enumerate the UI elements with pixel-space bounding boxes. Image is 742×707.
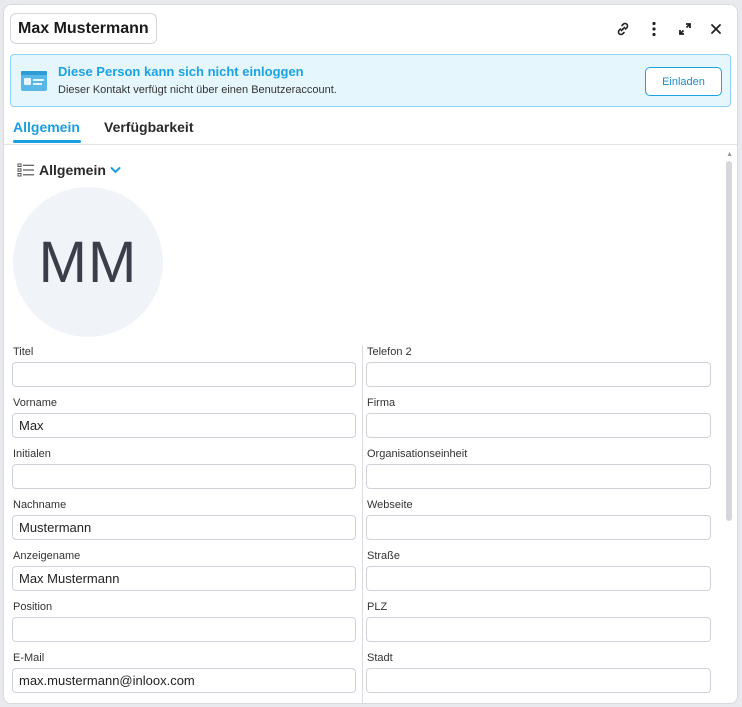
expand-icon[interactable] bbox=[671, 17, 698, 41]
tab-verfuegbarkeit[interactable]: Verfügbarkeit bbox=[104, 119, 193, 135]
column-divider bbox=[362, 345, 363, 703]
label-plz: PLZ bbox=[367, 601, 388, 613]
label-straße: Straße bbox=[367, 550, 401, 562]
input-nachname[interactable]: Mustermann bbox=[12, 515, 356, 540]
label-e-mail: E-Mail bbox=[13, 652, 45, 664]
input-stadt[interactable] bbox=[366, 668, 711, 693]
label-webseite: Webseite bbox=[367, 499, 413, 511]
label-telefon-2: Telefon 2 bbox=[367, 346, 412, 358]
label-position: Position bbox=[13, 601, 53, 613]
input-webseite[interactable] bbox=[366, 515, 711, 540]
contact-dialog: Max Mustermann Diese Person kann sich ni… bbox=[3, 4, 738, 704]
input-initialen[interactable] bbox=[12, 464, 356, 489]
input-telefon-2[interactable] bbox=[366, 362, 711, 387]
more-options-icon[interactable] bbox=[640, 17, 667, 41]
input-position[interactable] bbox=[12, 617, 356, 642]
close-icon[interactable] bbox=[702, 17, 729, 41]
banner-title: Diese Person kann sich nicht einloggen bbox=[58, 64, 304, 79]
label-titel: Titel bbox=[13, 346, 34, 358]
input-e-mail[interactable]: max.mustermann@inloox.com bbox=[12, 668, 356, 693]
chevron-down-icon bbox=[110, 167, 121, 174]
input-anzeigename[interactable]: Max Mustermann bbox=[12, 566, 356, 591]
input-straße[interactable] bbox=[366, 566, 711, 591]
banner-text: Dieser Kontakt verfügt nicht über einen … bbox=[58, 84, 337, 96]
section-header[interactable]: Allgemein bbox=[17, 162, 121, 178]
window-actions bbox=[609, 17, 729, 41]
label-firma: Firma bbox=[367, 397, 396, 409]
input-plz[interactable] bbox=[366, 617, 711, 642]
scrollbar[interactable] bbox=[726, 161, 732, 521]
input-firma[interactable] bbox=[366, 413, 711, 438]
label-anzeigename: Anzeigename bbox=[13, 550, 81, 562]
label-stadt: Stadt bbox=[367, 652, 393, 664]
label-organisationseinheit: Organisationseinheit bbox=[367, 448, 468, 460]
label-nachname: Nachname bbox=[13, 499, 67, 511]
dialog-title: Max Mustermann bbox=[10, 13, 157, 44]
id-card-icon bbox=[21, 71, 47, 91]
tab-bar: Allgemein Verfügbarkeit bbox=[4, 113, 737, 145]
avatar: MM bbox=[13, 187, 163, 337]
label-initialen: Initialen bbox=[13, 448, 51, 460]
invite-button[interactable]: Einladen bbox=[645, 67, 722, 96]
section-title: Allgemein bbox=[39, 162, 106, 178]
scroll-up-arrow[interactable]: ▲ bbox=[726, 151, 733, 158]
input-titel[interactable] bbox=[12, 362, 356, 387]
input-organisationseinheit[interactable] bbox=[366, 464, 711, 489]
input-vorname[interactable]: Max bbox=[12, 413, 356, 438]
tab-allgemein[interactable]: Allgemein bbox=[13, 119, 80, 135]
label-vorname: Vorname bbox=[13, 397, 58, 409]
list-icon bbox=[17, 163, 34, 177]
info-banner: Diese Person kann sich nicht einloggen D… bbox=[10, 54, 731, 107]
link-icon[interactable] bbox=[609, 17, 636, 41]
active-tab-indicator bbox=[13, 140, 81, 143]
